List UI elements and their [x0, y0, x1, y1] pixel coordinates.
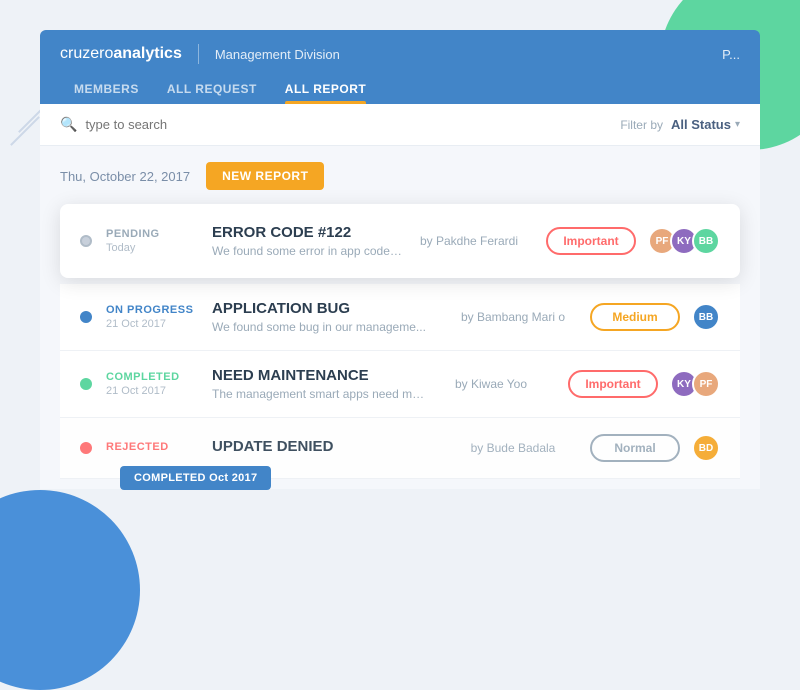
status-dot-completed	[80, 378, 92, 390]
avatars-r1: PF KY BB	[648, 227, 720, 255]
navbar-user: P...	[722, 47, 740, 62]
date-text: Thu, October 22, 2017	[60, 169, 190, 184]
report-main-r2: APPLICATION BUG We found some bug in our…	[212, 300, 448, 334]
tab-all-request[interactable]: ALL REQUEST	[153, 74, 271, 104]
reports-list: PENDING Today ERROR CODE #122 We found s…	[60, 204, 740, 479]
status-dot-pending	[80, 235, 92, 247]
report-main-r1: ERROR CODE #122 We found some error in a…	[212, 224, 404, 258]
tab-all-report[interactable]: ALL REPORT	[271, 74, 380, 104]
bg-decoration-blue	[0, 490, 140, 690]
content-area: Thu, October 22, 2017 NEW REPORT PENDING…	[40, 146, 760, 489]
chevron-down-icon: ▾	[735, 119, 740, 130]
logo-regular: cruzero	[60, 45, 113, 62]
status-date-r2: 21 Oct 2017	[106, 318, 196, 330]
report-author-r4: by Bude Badala	[448, 441, 578, 455]
app-container: cruzeroanalytics Management Division P..…	[40, 30, 760, 489]
status-label-r3: COMPLETED	[106, 371, 196, 383]
filter-label: Filter by	[620, 118, 663, 132]
report-item-r2: ON PROGRESS 21 Oct 2017 APPLICATION BUG …	[60, 284, 740, 351]
date-row: Thu, October 22, 2017 NEW REPORT	[60, 162, 740, 190]
completed-oct-label: COMPLETED Oct 2017	[120, 466, 271, 490]
avatars-r4: BD	[692, 434, 720, 462]
avatar: BB	[692, 227, 720, 255]
status-date-r1: Today	[106, 242, 196, 254]
priority-badge-r1: Important	[546, 227, 636, 255]
priority-badge-r2: Medium	[590, 303, 680, 331]
report-desc-r1: We found some error in app code line....	[212, 244, 404, 258]
bg-decoration-line2	[10, 116, 40, 146]
tab-members[interactable]: MEMBERS	[60, 74, 153, 104]
report-desc-r3: The management smart apps need mai...	[212, 387, 426, 401]
status-info-r1: PENDING Today	[106, 228, 196, 254]
navbar-top: cruzeroanalytics Management Division P..…	[40, 30, 760, 74]
report-card-r1: PENDING Today ERROR CODE #122 We found s…	[60, 204, 740, 278]
status-date-r3: 21 Oct 2017	[106, 385, 196, 397]
avatars-r2: BB	[692, 303, 720, 331]
avatar: PF	[692, 370, 720, 398]
status-info-r3: COMPLETED 21 Oct 2017	[106, 371, 196, 397]
priority-badge-r3: Important	[568, 370, 658, 398]
status-label-r1: PENDING	[106, 228, 196, 240]
logo: cruzeroanalytics	[60, 45, 182, 63]
navbar-divider	[198, 44, 199, 64]
report-title-r4: UPDATE DENIED	[212, 438, 448, 455]
new-report-button[interactable]: NEW REPORT	[206, 162, 324, 190]
status-label-r4: REJECTED	[106, 441, 196, 453]
avatar: BB	[692, 303, 720, 331]
search-input[interactable]	[85, 117, 620, 132]
report-title-r2: APPLICATION BUG	[212, 300, 448, 317]
search-bar: 🔍 Filter by All Status ▾	[40, 104, 760, 146]
division-label: Management Division	[215, 47, 340, 62]
report-main-r3: NEED MAINTENANCE The management smart ap…	[212, 367, 426, 401]
status-info-r2: ON PROGRESS 21 Oct 2017	[106, 304, 196, 330]
filter-value[interactable]: All Status	[671, 117, 731, 132]
logo-bold: analytics	[113, 45, 181, 62]
report-author-r2: by Bambang Mari o	[448, 310, 578, 324]
status-dot-on-progress	[80, 311, 92, 323]
search-icon: 🔍	[60, 116, 77, 133]
report-title-r1: ERROR CODE #122	[212, 224, 404, 241]
priority-badge-r4: Normal	[590, 434, 680, 462]
report-author-r3: by Kiwae Yoo	[426, 377, 556, 391]
report-author-r1: by Pakdhe Ferardi	[404, 234, 534, 248]
status-label-r2: ON PROGRESS	[106, 304, 196, 316]
status-info-r4: REJECTED	[106, 441, 196, 455]
avatar: BD	[692, 434, 720, 462]
avatars-r3: KY PF	[670, 370, 720, 398]
navbar-tabs: MEMBERS ALL REQUEST ALL REPORT	[40, 74, 760, 104]
report-desc-r2: We found some bug in our manageme...	[212, 320, 432, 334]
report-item-r3: COMPLETED 21 Oct 2017 NEED MAINTENANCE T…	[60, 351, 740, 418]
report-title-r3: NEED MAINTENANCE	[212, 367, 426, 384]
navbar: cruzeroanalytics Management Division P..…	[40, 30, 760, 104]
status-dot-rejected	[80, 442, 92, 454]
report-main-r4: UPDATE DENIED	[212, 438, 448, 458]
